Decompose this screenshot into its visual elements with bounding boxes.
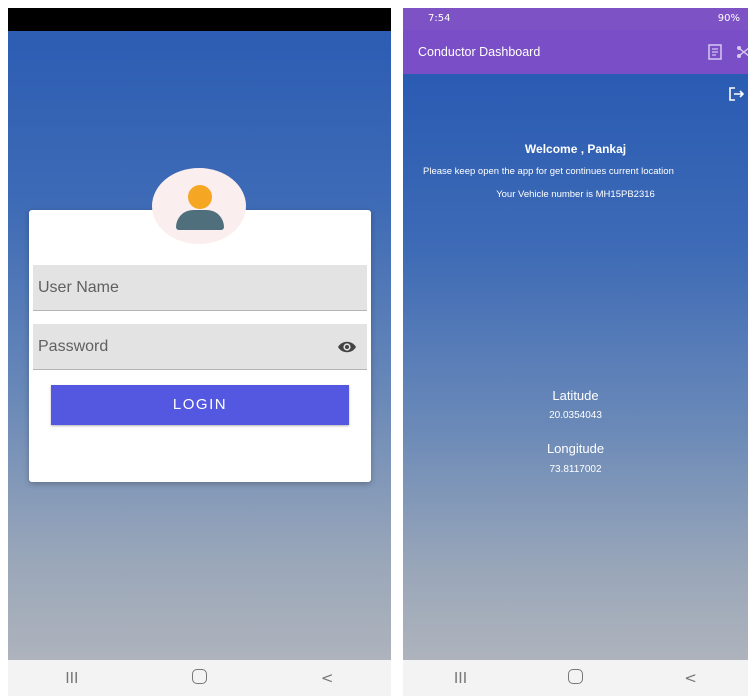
latitude-value: 20.0354043 (549, 410, 602, 421)
login-button[interactable]: LOGIN (51, 385, 349, 425)
nav-bar: III < (403, 660, 748, 696)
avatar-icon (152, 168, 246, 244)
status-bar: 7:54 90% (403, 8, 748, 30)
status-battery: 90% (717, 13, 740, 24)
username-placeholder: User Name (38, 279, 119, 296)
share-icon[interactable] (736, 44, 748, 60)
recents-button[interactable]: III (52, 669, 92, 687)
latitude-label: Latitude (552, 388, 599, 403)
welcome-text: Welcome , Pankaj (524, 142, 627, 156)
status-bar (8, 8, 391, 31)
home-button[interactable] (179, 668, 219, 688)
home-icon (568, 668, 583, 684)
recents-button[interactable]: III (441, 669, 481, 687)
vehicle-number-text: Your Vehicle number is MH15PB2316 (496, 189, 655, 200)
app-bar: Conductor Dashboard (403, 30, 748, 74)
home-button[interactable] (556, 668, 596, 688)
home-icon (191, 668, 207, 684)
nav-bar: III < (8, 660, 391, 696)
longitude-label: Longitude (546, 441, 605, 456)
document-icon[interactable] (708, 44, 722, 60)
avatar-head (188, 185, 212, 209)
password-placeholder: Password (38, 338, 109, 355)
login-card: User Name Password LOGIN (29, 210, 371, 482)
password-input[interactable]: Password (33, 324, 367, 370)
logout-icon[interactable] (728, 86, 744, 102)
dashboard-screen: 7:54 90% Conductor Dashboard Welcome , P… (403, 8, 748, 696)
back-button[interactable]: < (671, 669, 711, 687)
username-input[interactable]: User Name (33, 265, 367, 311)
instruction-text: Please keep open the app for get continu… (423, 166, 674, 177)
avatar-body (176, 210, 224, 230)
longitude-value: 73.8117002 (549, 464, 602, 475)
back-button[interactable]: < (307, 669, 347, 687)
login-screen: User Name Password LOGIN III < (8, 8, 391, 696)
eye-icon[interactable] (337, 340, 357, 354)
appbar-title: Conductor Dashboard (418, 45, 541, 59)
status-time: 7:54 (428, 13, 451, 24)
background-gradient (403, 74, 748, 660)
